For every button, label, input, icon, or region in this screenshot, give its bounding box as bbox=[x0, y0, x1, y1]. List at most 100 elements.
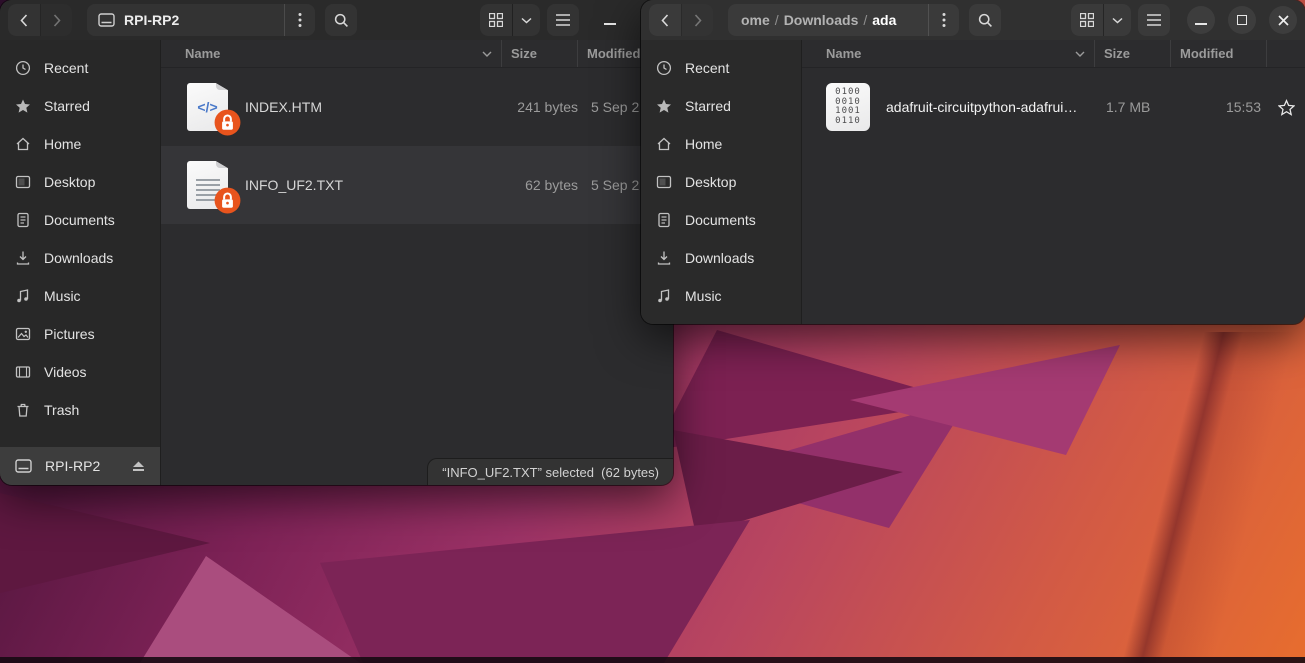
binary-file-icon: 0100 0010 1001 0110 bbox=[825, 83, 873, 131]
view-options-button[interactable] bbox=[1103, 4, 1131, 36]
hamburger-menu-icon bbox=[1147, 14, 1161, 26]
back-button[interactable] bbox=[649, 4, 681, 36]
kebab-menu-icon bbox=[942, 12, 946, 28]
search-button[interactable] bbox=[325, 4, 357, 36]
sidebar-item-label: Music bbox=[685, 288, 722, 304]
file-pane: Name Size Modified 0100 0010 1001 bbox=[801, 40, 1305, 324]
breadcrumb-downloads[interactable]: Downloads bbox=[784, 12, 859, 28]
download-icon bbox=[656, 250, 672, 266]
forward-button[interactable] bbox=[681, 4, 713, 36]
sort-chevron-icon bbox=[1075, 51, 1085, 57]
star-outline-icon bbox=[1278, 99, 1295, 116]
sidebar-item-starred[interactable]: Starred bbox=[641, 87, 801, 125]
star-toggle[interactable] bbox=[1267, 99, 1305, 116]
sidebar-item-recent[interactable]: Recent bbox=[0, 49, 160, 87]
search-button[interactable] bbox=[969, 4, 1001, 36]
sidebar-item-label: Downloads bbox=[685, 250, 754, 266]
sidebar-item-desktop[interactable]: Desktop bbox=[641, 163, 801, 201]
chevron-left-icon bbox=[20, 14, 28, 27]
breadcrumb: ome/Downloads/ada bbox=[741, 12, 928, 28]
sidebar: Recent Starred Home Desktop Documents Do… bbox=[0, 40, 160, 485]
sidebar-item-home[interactable]: Home bbox=[641, 125, 801, 163]
location-menu-button[interactable] bbox=[285, 4, 315, 36]
minimize-button[interactable] bbox=[1187, 6, 1215, 34]
videos-icon bbox=[15, 364, 31, 380]
files-window-downloads-ada: ome/Downloads/ada bbox=[641, 0, 1305, 324]
trash-icon bbox=[15, 402, 31, 418]
sidebar-item-downloads[interactable]: Downloads bbox=[641, 239, 801, 277]
sidebar-item-music[interactable]: Music bbox=[0, 277, 160, 315]
column-name[interactable]: Name bbox=[802, 40, 1094, 67]
column-name-label: Name bbox=[185, 46, 220, 61]
breadcrumb-separator: / bbox=[858, 12, 872, 28]
sidebar-item-pictures[interactable]: Pictures bbox=[0, 315, 160, 353]
column-header-row: Name Size Modified bbox=[802, 40, 1305, 68]
main-menu-button[interactable] bbox=[1138, 4, 1170, 36]
sidebar-item-label: Home bbox=[685, 136, 722, 152]
back-button[interactable] bbox=[8, 4, 40, 36]
sidebar-item-rpi-rp2[interactable]: RPI-RP2 bbox=[0, 447, 160, 485]
grid-view-button[interactable] bbox=[1071, 4, 1103, 36]
column-star bbox=[1267, 40, 1305, 67]
breadcrumb-home[interactable]: ome bbox=[741, 12, 770, 28]
window-body: Recent Starred Home Desktop Documents Do… bbox=[0, 40, 673, 485]
sort-chevron-icon bbox=[482, 51, 492, 57]
breadcrumb-current[interactable]: ada bbox=[872, 12, 896, 28]
grid-view-icon bbox=[1080, 13, 1094, 27]
grid-view-button[interactable] bbox=[480, 4, 512, 36]
location-menu-button[interactable] bbox=[929, 4, 959, 36]
eject-icon[interactable] bbox=[132, 461, 145, 472]
sidebar-item-recent[interactable]: Recent bbox=[641, 49, 801, 87]
sidebar-item-label: Pictures bbox=[44, 326, 95, 342]
home-icon bbox=[15, 136, 31, 152]
lock-emblem-icon bbox=[214, 187, 241, 214]
sidebar-item-trash[interactable]: Trash bbox=[0, 391, 160, 429]
sidebar-item-documents[interactable]: Documents bbox=[0, 201, 160, 239]
wallpaper-shape bbox=[0, 493, 210, 593]
file-row-index-htm[interactable]: </> INDEX.HTM 241 bytes 5 Sep 2 bbox=[161, 68, 673, 146]
search-icon bbox=[978, 13, 993, 28]
desktop-icon bbox=[15, 174, 31, 190]
column-size[interactable]: Size bbox=[502, 40, 577, 67]
file-size: 62 bytes bbox=[512, 177, 578, 193]
sidebar-item-label: Starred bbox=[44, 98, 90, 114]
file-row-adafruit-uf2[interactable]: 0100 0010 1001 0110 adafruit-circuitpyth… bbox=[802, 68, 1305, 146]
sidebar-item-label: Desktop bbox=[44, 174, 95, 190]
file-row-info-uf2-txt[interactable]: INFO_UF2.TXT 62 bytes 5 Sep 2 bbox=[161, 146, 673, 224]
column-name[interactable]: Name bbox=[161, 40, 501, 67]
wallpaper-shape bbox=[320, 520, 750, 663]
column-size-label: Size bbox=[1104, 46, 1130, 61]
minimize-button[interactable] bbox=[596, 6, 624, 34]
file-pane: Name Size Modified </> INDEX.HTM 241 byt… bbox=[160, 40, 673, 485]
main-menu-button[interactable] bbox=[547, 4, 579, 36]
column-modified-label: Modified bbox=[1180, 46, 1233, 61]
binary-glyph-line: 0110 bbox=[835, 117, 861, 127]
sidebar-item-label: Documents bbox=[685, 212, 756, 228]
maximize-button[interactable] bbox=[1228, 6, 1256, 34]
window-title: RPI-RP2 bbox=[124, 12, 284, 28]
chevron-right-icon bbox=[694, 14, 702, 27]
sidebar-item-videos[interactable]: Videos bbox=[0, 353, 160, 391]
view-toggle-group bbox=[480, 4, 540, 36]
sidebar-item-home[interactable]: Home bbox=[0, 125, 160, 163]
column-modified[interactable]: Modified bbox=[1171, 40, 1266, 67]
minimize-icon bbox=[604, 23, 616, 25]
file-size: 1.7 MB bbox=[1106, 99, 1172, 115]
close-button[interactable] bbox=[1269, 6, 1297, 34]
sidebar-item-desktop[interactable]: Desktop bbox=[0, 163, 160, 201]
column-size[interactable]: Size bbox=[1095, 40, 1170, 67]
column-size-label: Size bbox=[511, 46, 537, 61]
breadcrumb-separator: / bbox=[770, 12, 784, 28]
file-name: INFO_UF2.TXT bbox=[245, 177, 512, 193]
sidebar-item-starred[interactable]: Starred bbox=[0, 87, 160, 125]
star-icon bbox=[15, 98, 31, 114]
sidebar-item-documents[interactable]: Documents bbox=[641, 201, 801, 239]
location-button[interactable]: RPI-RP2 bbox=[87, 4, 315, 36]
grid-view-icon bbox=[489, 13, 503, 27]
forward-button[interactable] bbox=[40, 4, 72, 36]
file-name: adafruit-circuitpython-adafrui… bbox=[886, 99, 1106, 115]
sidebar-item-music[interactable]: Music bbox=[641, 277, 801, 315]
sidebar-item-downloads[interactable]: Downloads bbox=[0, 239, 160, 277]
view-options-button[interactable] bbox=[512, 4, 540, 36]
path-bar[interactable]: ome/Downloads/ada bbox=[728, 4, 959, 36]
